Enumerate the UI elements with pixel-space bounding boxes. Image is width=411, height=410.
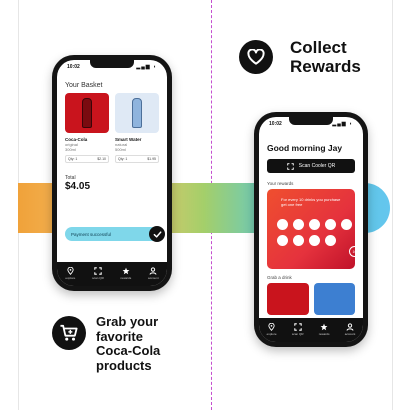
user-icon (346, 322, 354, 331)
rewards-description: For every 10 drinks you purchase get one… (281, 197, 341, 207)
tab-explore[interactable]: explore (266, 322, 277, 336)
payment-status-text: Payment successful (71, 231, 112, 237)
reward-dot (277, 219, 288, 230)
product-list: Coca-Cola original 300ml Qty: 1 $2.10 Sm… (57, 93, 167, 163)
rewards-screen: 10:02 ▂▄▆ ◖ Good morning Jay Scan Cooler… (259, 117, 363, 342)
drink-card-water[interactable] (313, 283, 355, 315)
product-size: 300ml (65, 147, 76, 152)
tab-account[interactable]: account (344, 322, 356, 336)
phone-notch (90, 60, 134, 68)
cart-icon (52, 316, 86, 350)
qty-selector[interactable]: Qty: 1 $2.10 (65, 155, 109, 163)
rewards-card[interactable]: For every 10 drinks you purchase get one… (267, 189, 360, 269)
user-icon (149, 266, 157, 275)
reward-dot (325, 235, 336, 246)
rewards-progress-dots (277, 219, 355, 246)
basket-screen: 10:02 ▂▄▆ ◖ Your Basket Coca-Cola origin… (57, 60, 167, 286)
tab-label: explore (266, 331, 277, 336)
qty-label: Qty: 1 (118, 157, 128, 161)
status-icons: ▂▄▆ ◖ (332, 121, 353, 127)
heart-icon (239, 40, 273, 74)
tab-label: account (148, 275, 159, 280)
product-card-coca-cola[interactable]: Coca-Cola original 300ml Qty: 1 $2.10 (65, 93, 109, 163)
phone-notch (289, 117, 333, 125)
product-card-smart-water[interactable]: Smart Water natural 500ml Qty: 1 $1.95 (115, 93, 159, 163)
heading-line: Rewards (290, 57, 361, 77)
tab-rewards[interactable]: rewards (120, 267, 132, 280)
tab-account[interactable]: account (148, 266, 159, 280)
tab-label: rewards (318, 331, 330, 336)
reward-dot (293, 235, 304, 246)
tab-bar: explore scan QR rewards account (259, 318, 363, 342)
tab-label: scan QR (291, 331, 304, 336)
reward-dot (309, 235, 320, 246)
tab-scan-qr[interactable]: scan QR (291, 322, 304, 336)
tab-explore[interactable]: explore (65, 266, 76, 280)
scan-button-label: Scan Cooler QR (298, 163, 336, 169)
payment-status-pill: Payment successful (65, 227, 160, 241)
drinks-row (259, 283, 363, 315)
smart-water-image (115, 93, 159, 133)
location-pin-icon (67, 266, 74, 275)
status-time: 10:02 (67, 64, 80, 70)
qty-label: Qty: 1 (68, 157, 78, 161)
tab-label: rewards (120, 275, 132, 280)
collect-rewards-heading: Collect Rewards (290, 38, 410, 76)
heading-line: Collect (290, 38, 347, 57)
product-price: $2.10 (97, 157, 106, 161)
total-label: Total (65, 175, 76, 181)
total-value: $4.05 (65, 181, 91, 192)
tab-rewards[interactable]: rewards (318, 323, 330, 336)
scan-icon (287, 162, 294, 170)
tab-bar: explore scan QR rewards account (57, 262, 167, 286)
heading-line: favorite (96, 328, 143, 344)
grab-drink-label: Grab a drink (267, 275, 292, 280)
basket-phone: 10:02 ▂▄▆ ◖ Your Basket Coca-Cola origin… (52, 55, 172, 291)
grab-products-heading: Grab your favorite Coca-Cola products (96, 314, 206, 373)
scan-icon (94, 266, 102, 275)
reward-dot (309, 219, 320, 230)
drink-card-coca-cola[interactable] (267, 283, 309, 315)
qty-selector[interactable]: Qty: 1 $1.95 (115, 155, 159, 163)
reward-target-dot: 10 (349, 246, 360, 257)
location-pin-icon (268, 322, 275, 331)
greeting-title: Good morning Jay (267, 143, 343, 153)
heading-line: Coca-Cola (96, 343, 161, 359)
basket-title: Your Basket (65, 82, 103, 89)
star-icon (320, 323, 328, 330)
scan-cooler-qr-button[interactable]: Scan Cooler QR (267, 159, 355, 173)
check-icon[interactable] (149, 226, 165, 242)
star-icon (122, 267, 130, 274)
reward-dot (325, 219, 336, 230)
tab-scan-qr[interactable]: scan QR (92, 266, 104, 280)
tab-label: account (344, 331, 356, 336)
rewards-section-label: Your rewards (267, 181, 294, 186)
heading-line: products (96, 357, 152, 373)
heading-line: Grab your (96, 314, 159, 329)
reward-dot (341, 219, 352, 230)
rewards-phone: 10:02 ▂▄▆ ◖ Good morning Jay Scan Cooler… (254, 112, 368, 347)
product-price: $1.95 (147, 157, 156, 161)
status-icons: ▂▄▆ ◖ (136, 64, 157, 70)
tab-label: scan QR (92, 275, 104, 280)
scan-icon (293, 322, 302, 331)
coca-cola-image (65, 93, 109, 133)
tab-label: explore (65, 275, 76, 280)
reward-dot (277, 235, 288, 246)
reward-dot (293, 219, 304, 230)
product-size: 500ml (115, 147, 126, 152)
status-time: 10:02 (269, 121, 282, 127)
